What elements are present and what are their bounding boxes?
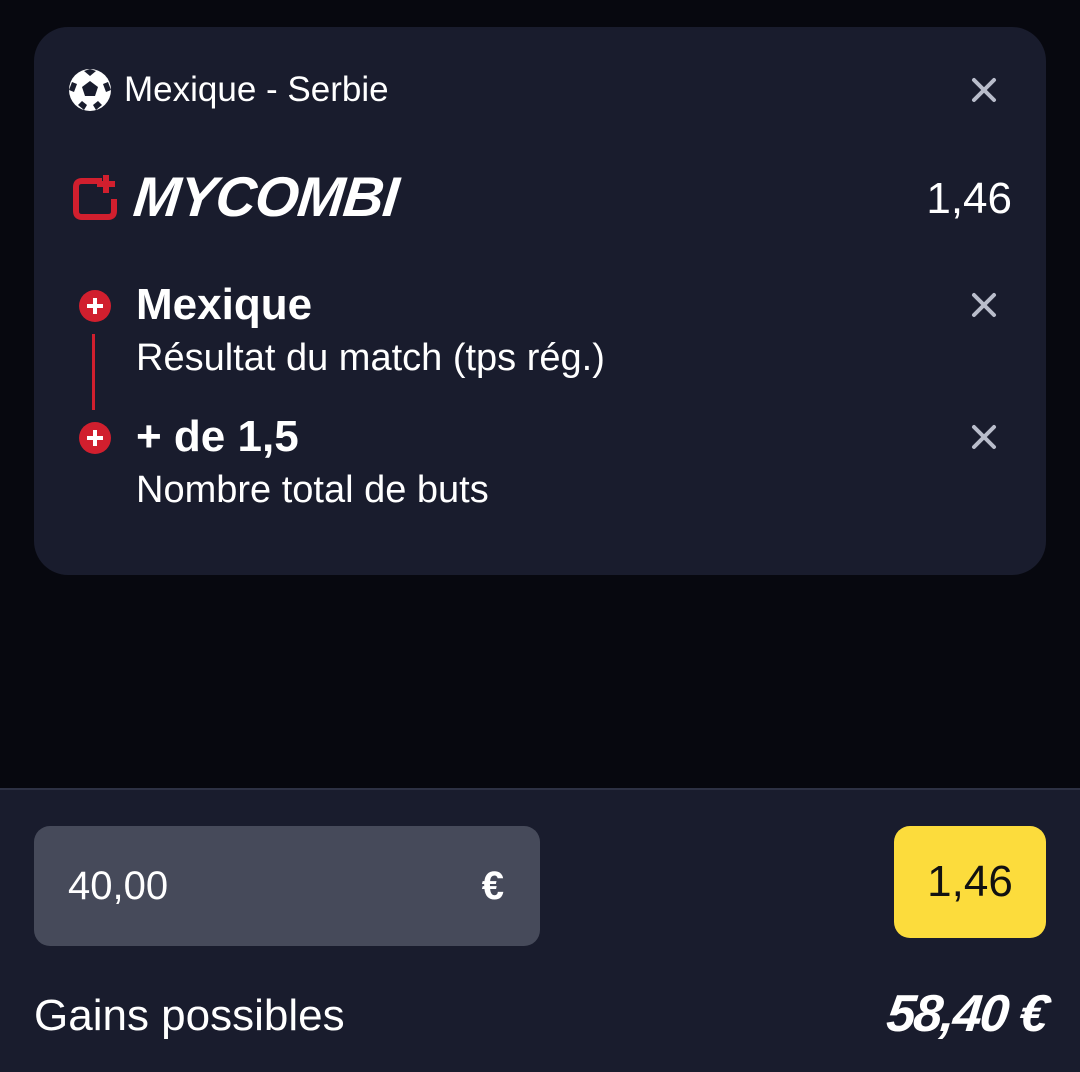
plus-circle-icon xyxy=(78,289,112,323)
remove-match-close-icon[interactable] xyxy=(969,75,999,105)
match-title: Mexique - Serbie xyxy=(124,70,389,109)
mycombi-logo-icon xyxy=(72,173,120,221)
selection-connector-line xyxy=(92,334,95,410)
combi-odds: 1,46 xyxy=(926,174,1012,223)
stake-panel: 40,00 € 1,46 Gains possibles 58,40 € xyxy=(0,788,1080,1072)
odds-button[interactable]: 1,46 xyxy=(894,826,1046,938)
remove-selection-close-icon[interactable] xyxy=(969,422,999,452)
stake-input[interactable]: 40,00 € xyxy=(34,826,540,946)
gains-label: Gains possibles xyxy=(34,991,345,1040)
match-header: Mexique - Serbie xyxy=(68,67,389,113)
plus-circle-icon xyxy=(78,421,112,455)
bet-slip-card: Mexique - Serbie MYCOMBI 1,46 Mexique Ré… xyxy=(34,27,1046,575)
gains-value: 58,40 € xyxy=(883,985,1050,1043)
euro-icon: € xyxy=(481,864,504,908)
selection-name: Mexique xyxy=(136,280,313,329)
selection-market: Nombre total de buts xyxy=(136,469,489,511)
soccer-ball-icon xyxy=(68,68,112,112)
mycombi-label: MYCOMBI xyxy=(130,165,402,228)
remove-selection-close-icon[interactable] xyxy=(969,290,999,320)
stake-value[interactable]: 40,00 xyxy=(68,826,168,946)
selection-name: + de 1,5 xyxy=(136,412,299,461)
selection-market: Résultat du match (tps rég.) xyxy=(136,337,605,379)
mycombi-header: MYCOMBI xyxy=(72,165,402,228)
